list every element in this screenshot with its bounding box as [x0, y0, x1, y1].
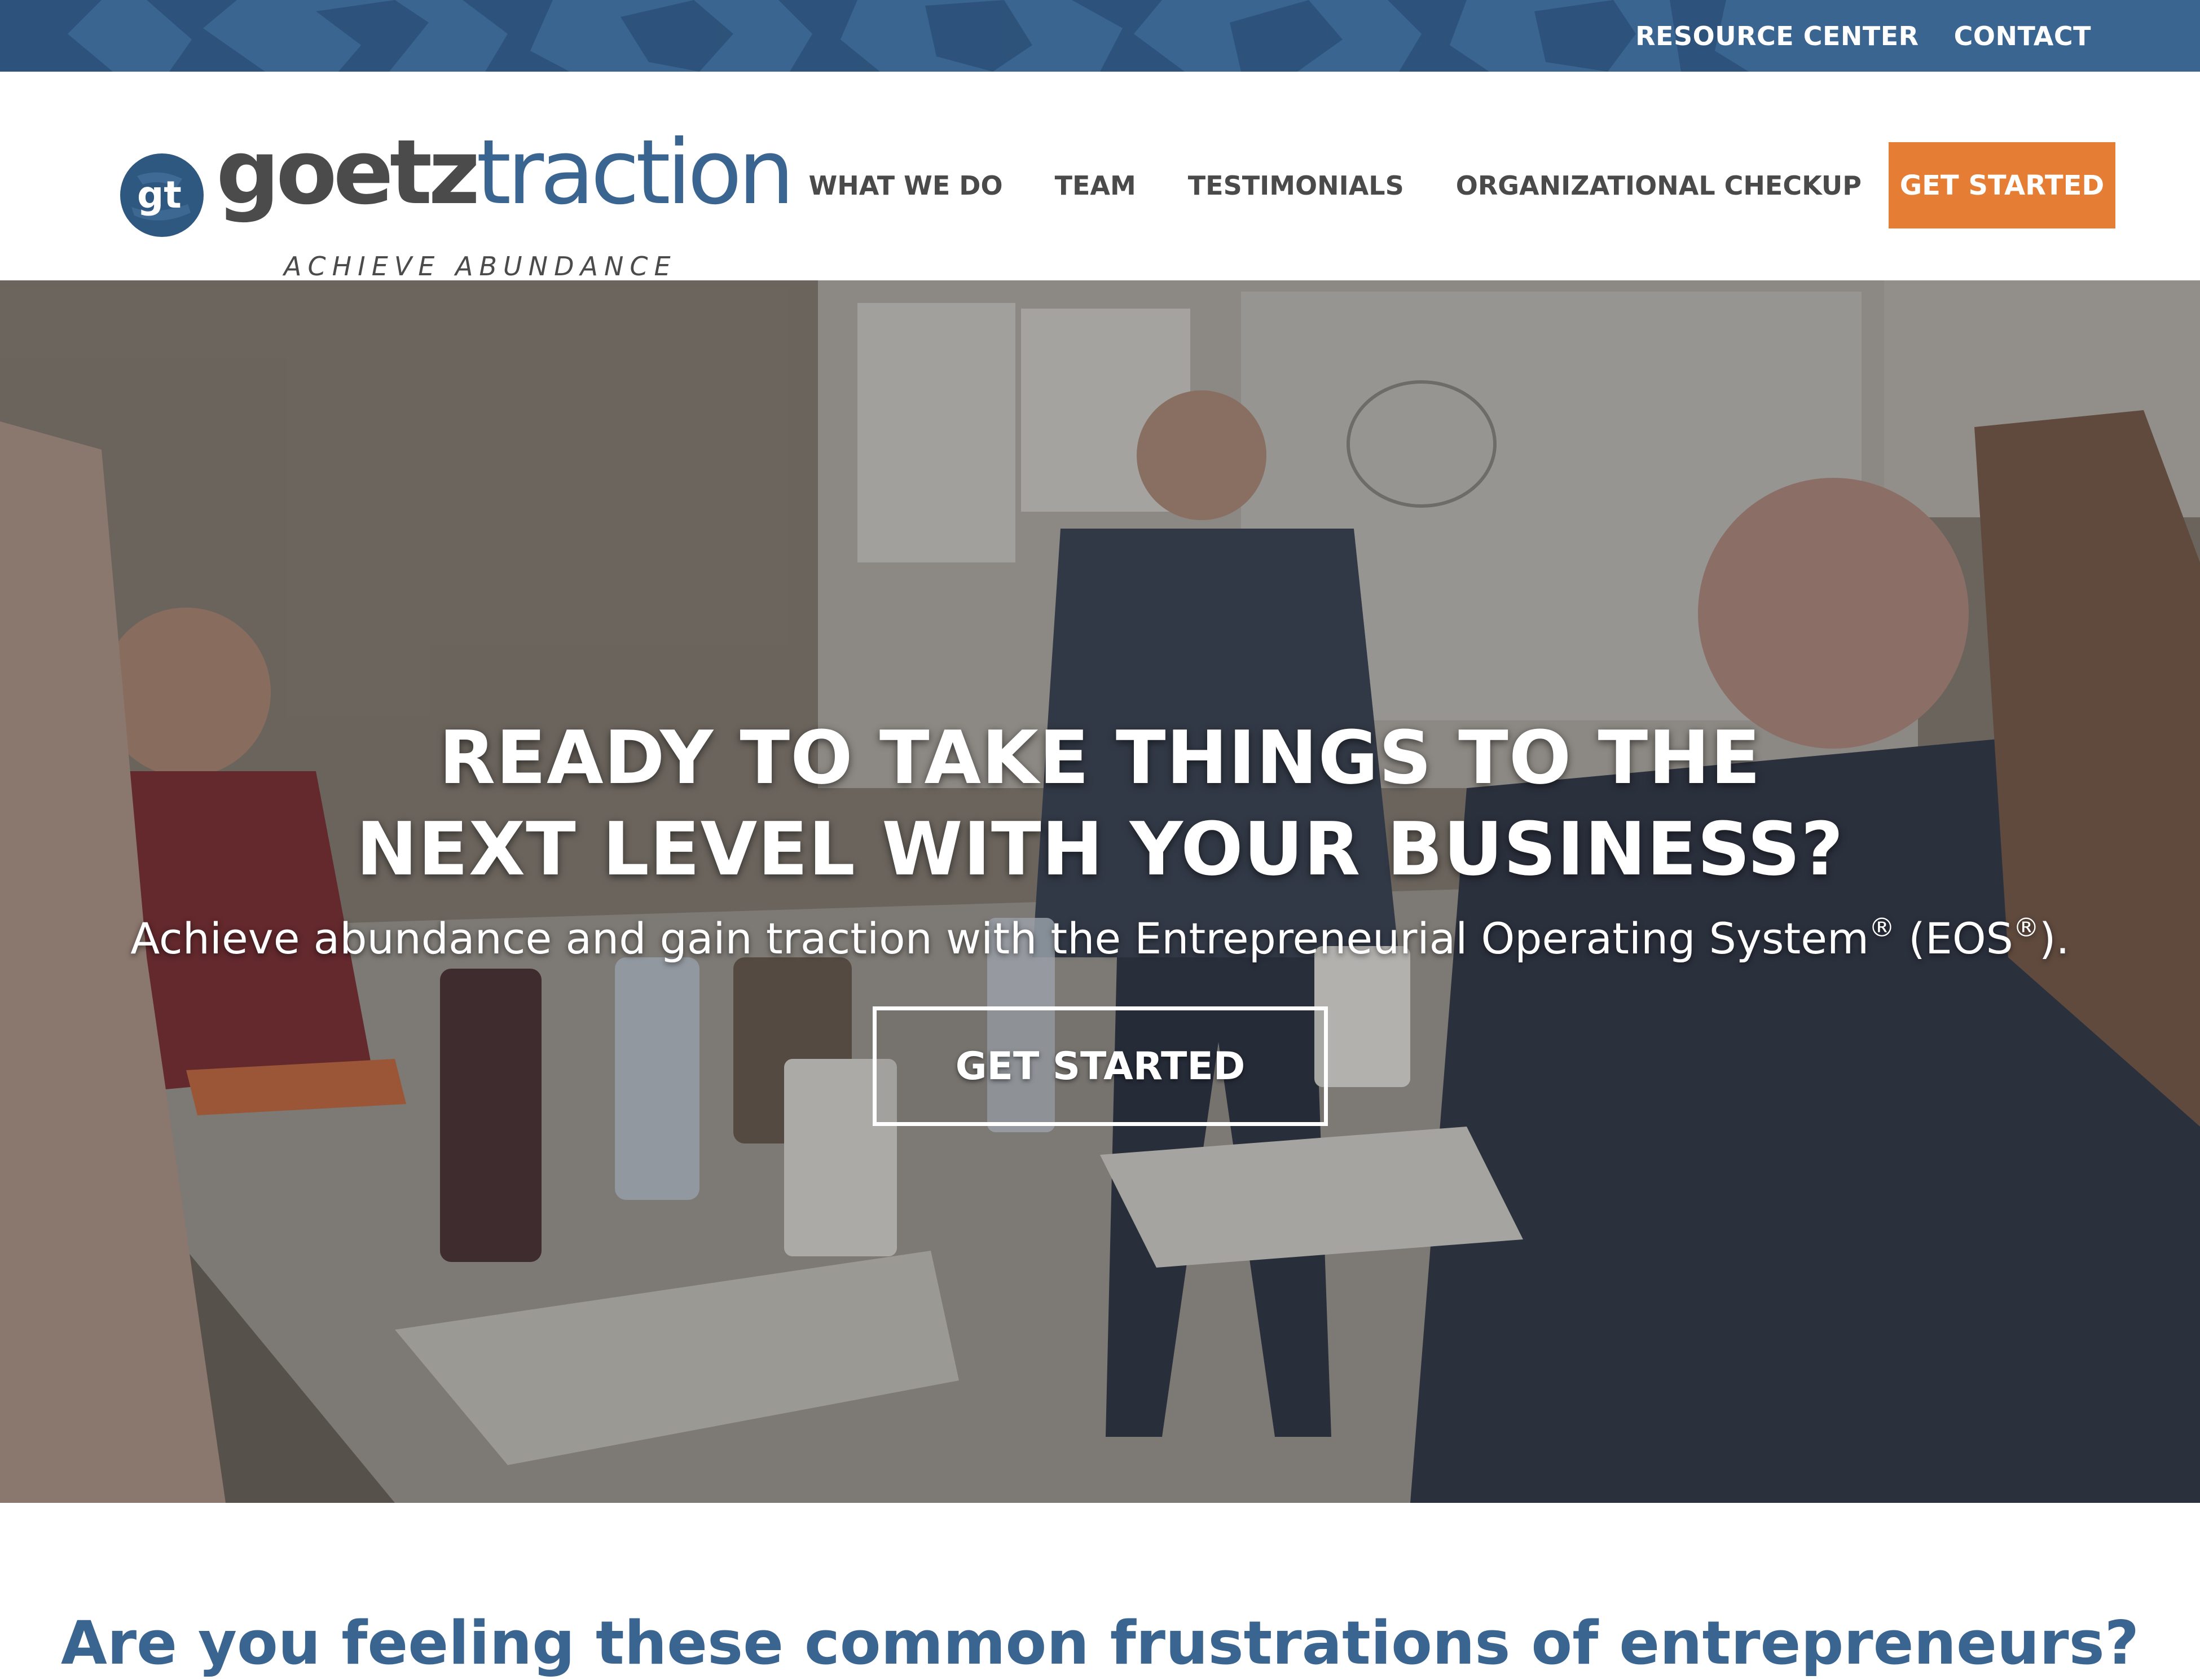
get-started-nav-button[interactable]: GET STARTED: [1889, 142, 2115, 228]
registered-mark: ®: [2013, 912, 2039, 943]
utility-link-contact[interactable]: CONTACT: [1954, 21, 2091, 51]
gt-monogram-icon: gt: [120, 153, 204, 237]
logo-wordmark: goetztraction: [216, 128, 795, 217]
utility-link-resource-center[interactable]: RESOURCE CENTER: [1635, 21, 1919, 51]
utility-bar: RESOURCE CENTER CONTACT: [0, 0, 2200, 72]
svg-text:gt: gt: [137, 173, 182, 217]
hero-title-line-2: NEXT LEVEL WITH YOUR BUSINESS?: [356, 806, 1844, 892]
nav-item-team[interactable]: TEAM: [1055, 170, 1136, 201]
main-nav: WHAT WE DO TEAM TESTIMONIALS ORGANIZATIO…: [808, 170, 1862, 201]
utility-nav: RESOURCE CENTER CONTACT: [1635, 0, 2091, 72]
hero-subtitle-main: Achieve abundance and gain traction with…: [130, 913, 1869, 964]
site-header: gt goetztraction ACHIEVE ABUNDANCE WHAT …: [0, 72, 2200, 282]
site-logo[interactable]: gt goetztraction ACHIEVE ABUNDANCE: [120, 125, 795, 282]
nav-item-what-we-do[interactable]: WHAT WE DO: [808, 170, 1002, 201]
frustrations-section-heading: Are you feeling these common frustration…: [60, 1608, 2140, 1678]
hero-subtitle-end: ).: [2039, 913, 2070, 964]
hero-content: READY TO TAKE THINGS TO THE NEXT LEVEL W…: [0, 712, 2200, 967]
nav-item-organizational-checkup[interactable]: ORGANIZATIONAL CHECKUP: [1456, 170, 1862, 201]
hero-subtitle-eos: (EOS: [1895, 913, 2013, 964]
hero-title-line-1: READY TO TAKE THINGS TO THE: [439, 715, 1761, 801]
logo-tagline: ACHIEVE ABUNDANCE: [284, 251, 677, 282]
logo-word-traction: traction: [476, 121, 794, 225]
get-started-hero-button[interactable]: GET STARTED: [873, 1006, 1328, 1126]
hero-subtitle: Achieve abundance and gain traction with…: [0, 899, 2200, 967]
logo-word-goetz: goetz: [216, 121, 480, 225]
hero-title: READY TO TAKE THINGS TO THE NEXT LEVEL W…: [0, 712, 2200, 895]
registered-mark: ®: [1869, 912, 1895, 943]
nav-item-testimonials[interactable]: TESTIMONIALS: [1188, 170, 1404, 201]
hero-section: READY TO TAKE THINGS TO THE NEXT LEVEL W…: [0, 280, 2200, 1503]
